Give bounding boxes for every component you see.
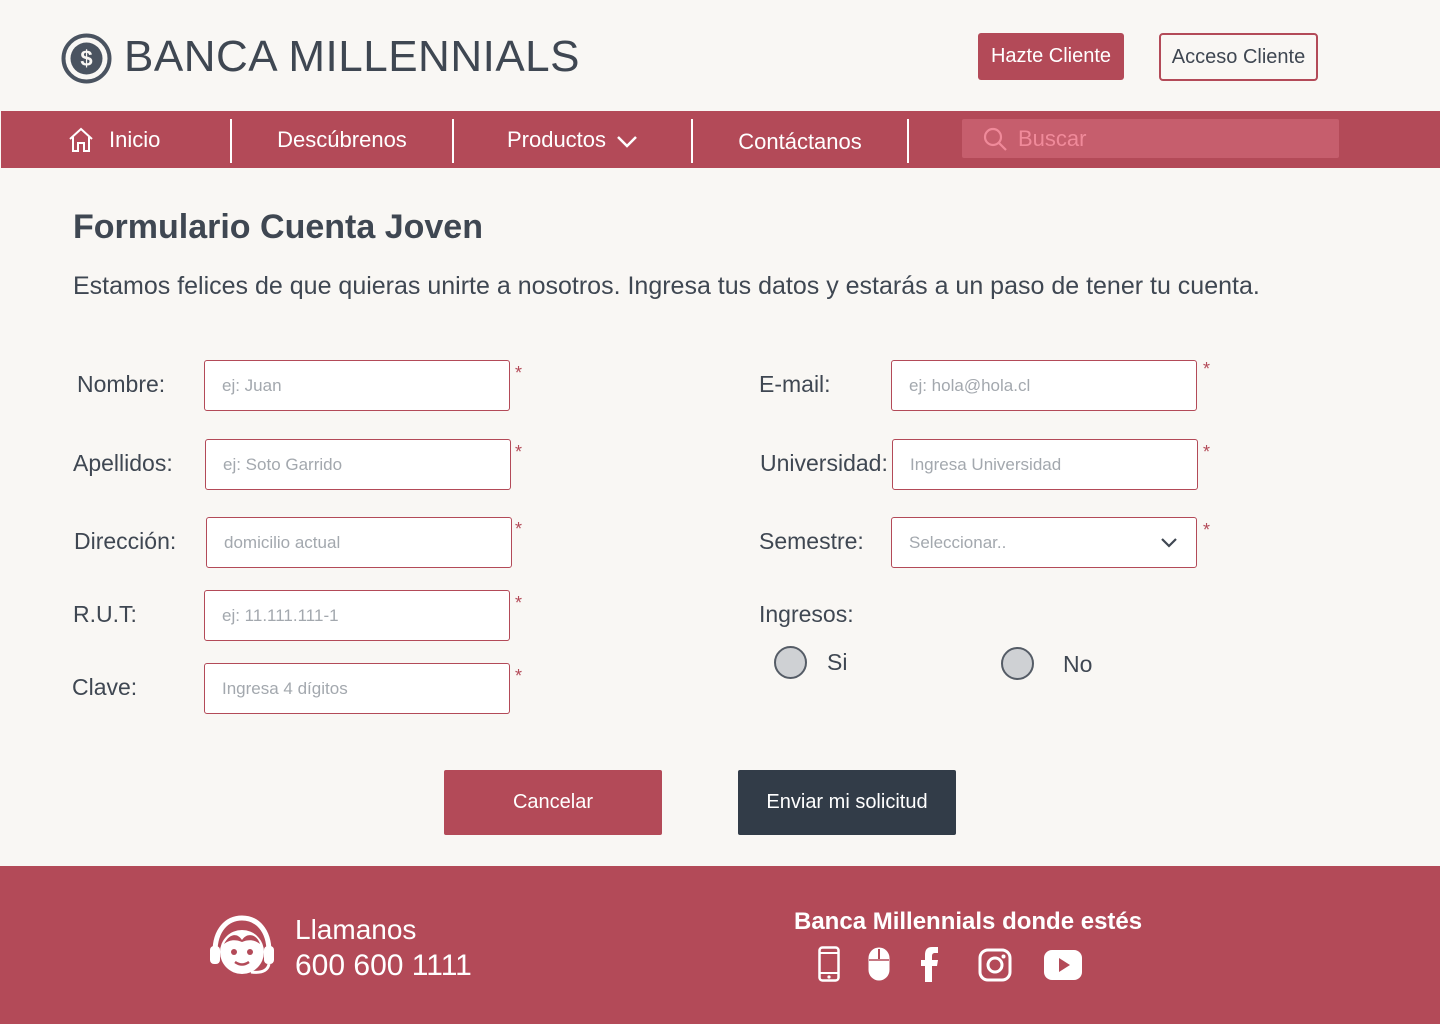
apellidos-label: Apellidos: [73,450,173,476]
email-label: E-mail: [759,371,831,397]
cancel-button[interactable]: Cancelar [444,770,662,835]
semestre-label: Semestre: [759,528,864,554]
ingresos-no-label: No [1063,651,1093,677]
required-mark: * [1203,359,1211,379]
apellidos-input[interactable] [205,439,511,490]
nav-label-productos: Productos [506,126,607,152]
acceso-cliente-button[interactable]: Acceso Cliente [1159,33,1318,81]
nav-item-inicio[interactable]: Inicio [63,111,228,168]
dollar-circle-icon: $ [61,33,112,84]
required-mark: * [515,442,523,462]
ingresos-label: Ingresos: [759,601,854,627]
nav-item-contactanos[interactable]: Contáctanos [693,113,907,170]
clave-label: Clave: [72,674,138,700]
brand-name[interactable]: BANCA MILLENNIALS [124,32,580,82]
required-mark: * [1203,520,1211,540]
semestre-select-value: Seleccionar.. [909,532,1007,552]
ingresos-no-radio[interactable] [1001,647,1034,680]
rut-label: R.U.T: [73,601,137,627]
youtube-icon[interactable] [1044,950,1082,980]
universidad-input[interactable] [892,439,1198,490]
universidad-label: Universidad: [760,450,888,476]
support-agent-icon [210,915,274,974]
nav-item-productos[interactable]: Productos [454,111,691,168]
footer-tagline: Banca Millennials donde estés [794,908,1143,935]
rut-input[interactable] [204,590,510,641]
semestre-select[interactable]: Seleccionar.. [891,517,1197,568]
email-input[interactable] [891,360,1197,411]
header: $ BANCA MILLENNIALS Hazte Cliente Acceso… [0,0,1440,111]
nombre-label: Nombre: [77,371,166,397]
facebook-icon[interactable] [920,946,940,982]
nav-label-descubrenos: Descúbrenos [277,126,407,152]
ingresos-si-radio[interactable] [774,646,807,679]
mobile-icon[interactable] [818,946,840,982]
search-box[interactable] [962,119,1339,158]
page-title: Formulario Cuenta Joven [73,208,483,246]
required-mark: * [515,363,523,383]
nav-divider [907,119,909,163]
search-icon [983,127,1007,151]
required-mark: * [515,666,523,686]
footer-phone-number[interactable]: 600 600 1111 [295,949,472,983]
mouse-icon[interactable] [867,946,891,982]
main-nav: Inicio Descúbrenos Productos Contáctanos [1,111,1440,168]
nombre-input[interactable] [204,360,510,411]
footer-call-title: Llamanos [295,914,417,945]
clave-input[interactable] [204,663,510,714]
home-icon [69,127,93,152]
svg-text:$: $ [80,46,92,71]
chevron-down-icon [617,135,637,148]
ingresos-si-label: Si [827,649,848,675]
footer: Llamanos 600 600 1111 Banca Millennials … [0,866,1440,1024]
nav-label-inicio: Inicio [109,126,161,152]
hazte-cliente-button[interactable]: Hazte Cliente [978,33,1124,80]
nav-label-contactanos: Contáctanos [738,128,862,154]
chevron-down-icon [1161,537,1177,548]
direccion-input[interactable] [206,517,512,568]
required-mark: * [515,593,523,613]
direccion-label: Dirección: [74,528,177,554]
page-description: Estamos felices de que quieras unirte a … [73,272,1260,300]
search-input[interactable] [1018,125,1318,152]
submit-button[interactable]: Enviar mi solicitud [738,770,956,835]
required-mark: * [1203,442,1211,462]
nav-item-descubrenos[interactable]: Descúbrenos [232,111,452,168]
instagram-icon[interactable] [978,948,1012,982]
required-mark: * [515,519,523,539]
